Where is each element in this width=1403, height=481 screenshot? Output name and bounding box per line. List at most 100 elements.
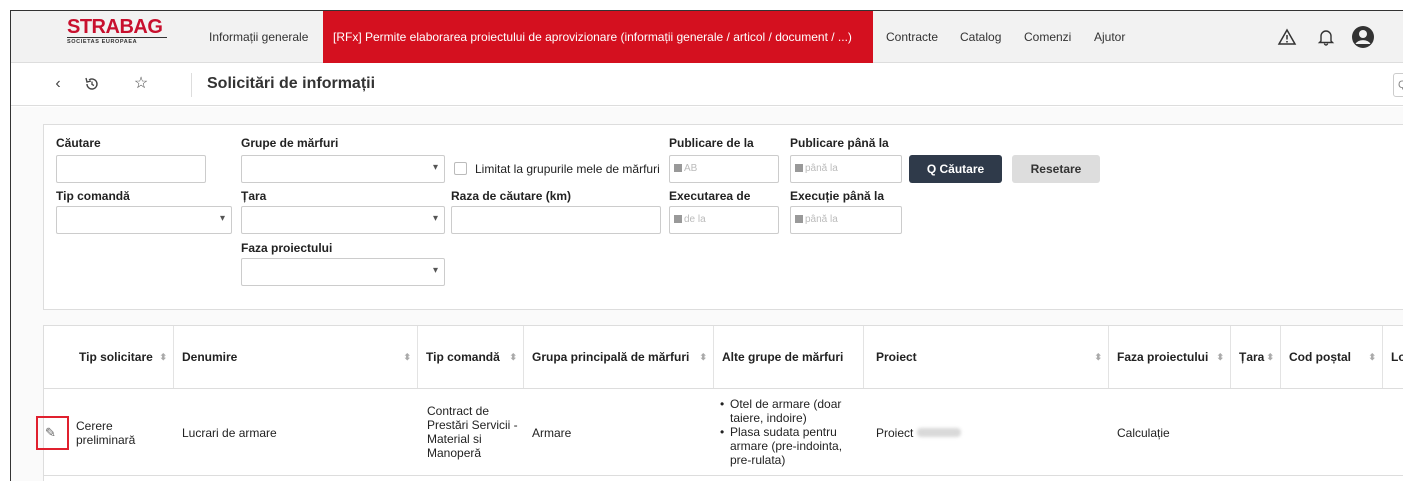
header-label: Grupa principală de mărfuri bbox=[532, 350, 690, 364]
header-label: Tip comandă bbox=[426, 350, 500, 364]
table-row[interactable]: ✎ Cerere preliminară Lucrari de armare C… bbox=[36, 388, 1403, 476]
nav-contracte[interactable]: Contracte bbox=[886, 11, 938, 63]
sort-icon: ⬍ bbox=[1216, 352, 1224, 362]
header-label: Țara bbox=[1239, 350, 1265, 364]
list-item: Otel de armare (doar taiere, indoire) bbox=[718, 397, 860, 425]
cell-faza: Calculație bbox=[1117, 426, 1170, 440]
sort-icon: ⬍ bbox=[159, 352, 167, 362]
nav-catalog[interactable]: Catalog bbox=[960, 11, 1001, 63]
cell-denumire: Lucrari de armare bbox=[182, 426, 277, 440]
search-text-input[interactable] bbox=[56, 155, 206, 183]
sub-header: ‹ ☆ Solicitări de informații Q bbox=[11, 63, 1403, 106]
warning-icon[interactable] bbox=[1277, 27, 1297, 47]
nav-comenzi[interactable]: Comenzi bbox=[1024, 11, 1071, 63]
page-title: Solicitări de informații bbox=[207, 75, 376, 92]
header-tip-solicitare[interactable]: Tip solicitare ⬍ bbox=[44, 326, 174, 388]
tip-comanda-line: Manoperă bbox=[427, 446, 482, 460]
header-label: Alte grupe de mărfuri bbox=[722, 350, 844, 364]
header-tip-comanda[interactable]: Tip comandă ⬍ bbox=[418, 326, 524, 388]
header-faza-proiectului[interactable]: Faza proiectului ⬍ bbox=[1109, 326, 1231, 388]
tip-comanda-line: Contract de bbox=[427, 404, 490, 418]
header-label: Cod poștal bbox=[1289, 350, 1351, 364]
sort-icon: ⬍ bbox=[1266, 352, 1274, 362]
redacted-text bbox=[916, 428, 961, 437]
placeholder: până la bbox=[805, 214, 838, 225]
raza-input[interactable] bbox=[451, 206, 661, 234]
calendar-icon bbox=[674, 164, 682, 172]
list-item: Plasa sudata pentru armare (pre-indointa… bbox=[718, 425, 860, 467]
label-cautare: Căutare bbox=[56, 136, 101, 150]
header-label: Tip solicitare bbox=[79, 350, 153, 364]
header-alte-grupe[interactable]: Alte grupe de mărfuri bbox=[714, 326, 864, 388]
search-button[interactable]: Q Căutare bbox=[909, 155, 1002, 183]
label-faza: Faza proiectului bbox=[241, 241, 333, 255]
faza-select[interactable] bbox=[241, 258, 445, 286]
history-icon[interactable] bbox=[83, 75, 101, 93]
header-label: Faza proiectului bbox=[1117, 350, 1209, 364]
label-executarea-de: Executarea de bbox=[669, 189, 751, 203]
pencil-edit-icon[interactable]: ✎ bbox=[45, 426, 59, 440]
executarea-de-input[interactable]: de la bbox=[669, 206, 779, 234]
header-label: Lo bbox=[1391, 350, 1403, 364]
label-tara: Țara bbox=[241, 189, 267, 203]
label-raza: Raza de căutare (km) bbox=[451, 189, 572, 203]
limitat-label: Limitat la grupurile mele de mărfuri bbox=[475, 162, 660, 176]
tip-comanda-line: Prestări Servicii - bbox=[427, 418, 518, 432]
tip-comanda-select[interactable] bbox=[56, 206, 232, 234]
reset-button[interactable]: Resetare bbox=[1012, 155, 1100, 183]
tip-comanda-line: Material si bbox=[427, 432, 482, 446]
nav-ajutor[interactable]: Ajutor bbox=[1094, 11, 1125, 63]
header-label: Denumire bbox=[182, 350, 238, 364]
cell-tip-solicitare: Cerere preliminară bbox=[76, 419, 135, 447]
placeholder: AB bbox=[684, 163, 698, 174]
label-executie-pana-la: Execuție până la bbox=[790, 189, 885, 203]
cell-proiect: Proiect bbox=[876, 426, 961, 440]
proiect-label: Proiect bbox=[876, 426, 914, 440]
logo-text: STRABAG bbox=[67, 16, 163, 38]
logo-subtext: SOCIETAS EUROPAEA bbox=[67, 37, 167, 46]
label-tip-comanda: Tip comandă bbox=[56, 189, 130, 203]
sort-icon: ⬍ bbox=[1368, 352, 1376, 362]
header-lo[interactable]: Lo bbox=[1383, 326, 1403, 388]
executie-pana-la-input[interactable]: până la bbox=[790, 206, 902, 234]
calendar-icon bbox=[795, 215, 803, 223]
favorite-star-icon[interactable]: ☆ bbox=[132, 75, 150, 93]
bell-icon[interactable] bbox=[1316, 27, 1336, 47]
placeholder: până la bbox=[805, 163, 838, 174]
header-grupa-principala[interactable]: Grupa principală de mărfuri ⬍ bbox=[524, 326, 714, 388]
nav-rfx[interactable]: [RFx] Permite elaborarea proiectului de … bbox=[323, 11, 873, 63]
divider bbox=[191, 73, 192, 97]
grupe-select[interactable] bbox=[241, 155, 445, 183]
publicare-de-la-input[interactable]: AB bbox=[669, 155, 779, 183]
tip-solicitare-line-1: Cerere bbox=[76, 419, 113, 433]
sort-icon: ⬍ bbox=[403, 352, 411, 362]
cell-alte-grupe: Otel de armare (doar taiere, indoire) Pl… bbox=[718, 397, 860, 467]
results-table: Tip solicitare ⬍ Denumire ⬍ Tip comandă ⬍ G… bbox=[36, 325, 1403, 481]
tara-select[interactable] bbox=[241, 206, 445, 234]
publicare-pana-la-input[interactable]: până la bbox=[790, 155, 902, 183]
tip-solicitare-line-2: preliminară bbox=[76, 433, 136, 447]
strabag-logo[interactable]: STRABAG SOCIETAS EUROPAEA bbox=[67, 17, 167, 46]
calendar-icon bbox=[674, 215, 682, 223]
sort-icon: ⬍ bbox=[699, 352, 707, 362]
label-publicare-de-la: Publicare de la bbox=[669, 136, 754, 150]
global-search-input[interactable]: Q bbox=[1393, 73, 1403, 97]
app-frame: STRABAG SOCIETAS EUROPAEA Informații gen… bbox=[10, 10, 1403, 481]
header-denumire[interactable]: Denumire ⬍ bbox=[174, 326, 418, 388]
nav-informatii-generale[interactable]: Informații generale bbox=[209, 11, 308, 63]
top-navigation: STRABAG SOCIETAS EUROPAEA Informații gen… bbox=[11, 11, 1403, 63]
header-label: Proiect bbox=[876, 350, 917, 364]
filter-panel: Căutare Grupe de mărfuri Limitat la grup… bbox=[43, 124, 1403, 310]
sort-icon: ⬍ bbox=[509, 352, 517, 362]
back-icon[interactable]: ‹ bbox=[49, 75, 67, 93]
limitat-checkbox[interactable] bbox=[454, 162, 467, 175]
cell-tip-comanda: Contract de Prestări Servicii - Material… bbox=[427, 404, 518, 460]
label-grupe: Grupe de mărfuri bbox=[241, 136, 339, 150]
header-proiect[interactable]: Proiect ⬍ bbox=[864, 326, 1109, 388]
edit-highlight[interactable]: ✎ bbox=[36, 416, 69, 450]
label-publicare-pana-la: Publicare până la bbox=[790, 136, 889, 150]
user-avatar-icon[interactable] bbox=[1351, 25, 1375, 49]
header-cod-postal[interactable]: Cod poștal ⬍ bbox=[1281, 326, 1383, 388]
header-tara[interactable]: Țara ⬍ bbox=[1231, 326, 1281, 388]
content-area: Căutare Grupe de mărfuri Limitat la grup… bbox=[11, 107, 1403, 481]
